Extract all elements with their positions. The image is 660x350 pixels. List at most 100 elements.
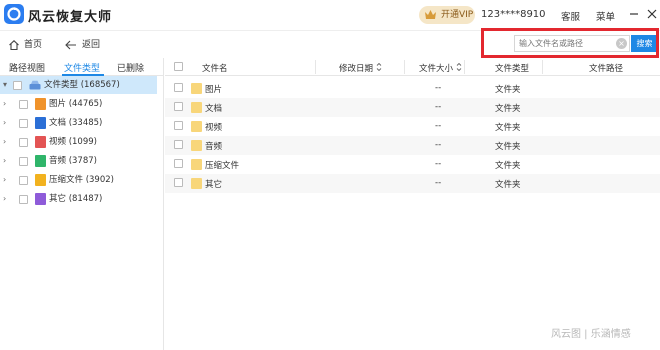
table-row[interactable]: 文档 -- 文件夹 — [165, 98, 660, 117]
checkbox[interactable] — [19, 195, 28, 204]
sort-icon[interactable] — [456, 63, 462, 71]
checkbox[interactable] — [19, 119, 28, 128]
row-checkbox[interactable] — [174, 178, 183, 187]
collapsed-caret-icon[interactable]: › — [3, 190, 6, 208]
folder-icon — [191, 140, 202, 151]
folder-icon — [191, 102, 202, 113]
column-divider[interactable] — [404, 60, 405, 74]
table-header: 文件名 修改日期 文件大小 文件类型 文件路径 — [165, 58, 660, 76]
image-file-icon — [35, 98, 46, 110]
tree-item-label: 其它 (81487) — [49, 194, 103, 204]
row-checkbox[interactable] — [174, 159, 183, 168]
tree-item[interactable]: › 音频 (3787) — [0, 152, 164, 170]
tree-item[interactable]: › 视频 (1099) — [0, 133, 164, 151]
cell-type: 文件夹 — [495, 180, 521, 190]
menu-button[interactable]: 菜单 — [596, 9, 615, 23]
checkbox[interactable] — [19, 138, 28, 147]
row-checkbox[interactable] — [174, 140, 183, 149]
select-all-checkbox[interactable] — [174, 62, 183, 71]
column-header-date[interactable]: 修改日期 — [339, 62, 373, 74]
tree-item-label: 图片 (44765) — [49, 99, 103, 109]
cell-size: -- — [435, 121, 442, 131]
cell-name: 图片 — [205, 85, 223, 95]
cell-type: 文件夹 — [495, 142, 521, 152]
cell-type: 文件夹 — [495, 161, 521, 171]
table-row[interactable]: 压缩文件 -- 文件夹 — [165, 155, 660, 174]
watermark: 风云图 | 乐涵情感 — [551, 329, 631, 340]
left-panel: 路径视图 文件类型 已删除 ▾ 文件类型 (168567) › 图片 (4476… — [0, 58, 164, 350]
column-divider[interactable] — [315, 60, 316, 74]
table-row[interactable]: 视频 -- 文件夹 — [165, 117, 660, 136]
home-button[interactable]: 首页 — [8, 38, 42, 52]
folder-icon — [191, 159, 202, 170]
tree-item[interactable]: › 文档 (33485) — [0, 114, 164, 132]
minimize-icon[interactable] — [628, 8, 640, 20]
vip-label: 开通VIP — [441, 10, 474, 20]
home-label: 首页 — [24, 40, 43, 50]
column-header-type[interactable]: 文件类型 — [495, 62, 529, 74]
tree-item[interactable]: › 图片 (44765) — [0, 95, 164, 113]
cell-size: -- — [435, 140, 442, 150]
tab-deleted[interactable]: 已删除 — [117, 61, 144, 74]
tree-item[interactable]: › 其它 (81487) — [0, 190, 164, 208]
collapsed-caret-icon[interactable]: › — [3, 171, 6, 189]
expanded-caret-icon[interactable]: ▾ — [3, 76, 7, 94]
checkbox[interactable] — [19, 100, 28, 109]
table-row[interactable]: 音频 -- 文件夹 — [165, 136, 660, 155]
column-divider[interactable] — [464, 60, 465, 74]
folder-icon — [191, 121, 202, 132]
cell-type: 文件夹 — [495, 104, 521, 114]
service-button[interactable]: 客服 — [561, 9, 580, 23]
tab-path-view[interactable]: 路径视图 — [9, 61, 45, 74]
title-bar: 风云恢复大师 开通VIP 123****8910 客服 菜单 — [0, 0, 660, 30]
crown-icon — [425, 10, 436, 19]
sort-icon[interactable] — [376, 63, 382, 71]
tree-item-label: 文档 (33485) — [49, 118, 103, 128]
row-checkbox[interactable] — [174, 102, 183, 111]
cell-type: 文件夹 — [495, 85, 521, 95]
tree-item-label: 音频 (3787) — [49, 156, 97, 166]
audio-file-icon — [35, 155, 46, 167]
checkbox[interactable] — [13, 81, 22, 90]
cell-name: 压缩文件 — [205, 161, 240, 171]
file-list-panel: 文件名 修改日期 文件大小 文件类型 文件路径 图片 -- 文件夹 文档 -- … — [165, 58, 660, 350]
column-divider[interactable] — [542, 60, 543, 74]
cell-size: -- — [435, 159, 442, 169]
back-button[interactable]: 返回 — [64, 38, 100, 52]
tab-file-type[interactable]: 文件类型 — [64, 61, 100, 74]
table-row[interactable]: 其它 -- 文件夹 — [165, 174, 660, 193]
column-header-size[interactable]: 文件大小 — [419, 62, 453, 74]
cell-name: 视频 — [205, 123, 223, 133]
app-title: 风云恢复大师 — [28, 10, 113, 25]
video-file-icon — [35, 136, 46, 148]
tree-item-label: 压缩文件 (3902) — [49, 175, 114, 185]
cell-size: -- — [435, 83, 442, 93]
column-header-name[interactable]: 文件名 — [202, 62, 228, 74]
row-checkbox[interactable] — [174, 121, 183, 130]
tree-item[interactable]: › 压缩文件 (3902) — [0, 171, 164, 189]
search-highlight-box — [481, 28, 659, 58]
vip-button[interactable]: 开通VIP — [419, 6, 475, 24]
collapsed-caret-icon[interactable]: › — [3, 152, 6, 170]
view-tabs: 路径视图 文件类型 已删除 — [0, 58, 164, 76]
collapsed-caret-icon[interactable]: › — [3, 114, 6, 132]
tree-root[interactable]: ▾ 文件类型 (168567) — [0, 76, 157, 94]
tree-root-label: 文件类型 (168567) — [44, 80, 120, 90]
cell-name: 音频 — [205, 142, 223, 152]
archive-file-icon — [35, 174, 46, 186]
back-arrow-icon — [65, 40, 76, 50]
close-icon[interactable] — [646, 8, 658, 20]
checkbox[interactable] — [19, 157, 28, 166]
home-icon — [9, 40, 19, 51]
other-file-icon — [35, 193, 46, 205]
collapsed-caret-icon[interactable]: › — [3, 133, 6, 151]
account-label[interactable]: 123****8910 — [481, 9, 546, 20]
back-label: 返回 — [82, 40, 101, 50]
table-row[interactable]: 图片 -- 文件夹 — [165, 79, 660, 98]
folder-icon — [191, 83, 202, 94]
folder-icon — [191, 178, 202, 189]
checkbox[interactable] — [19, 176, 28, 185]
collapsed-caret-icon[interactable]: › — [3, 95, 6, 113]
row-checkbox[interactable] — [174, 83, 183, 92]
column-header-path[interactable]: 文件路径 — [589, 62, 623, 74]
